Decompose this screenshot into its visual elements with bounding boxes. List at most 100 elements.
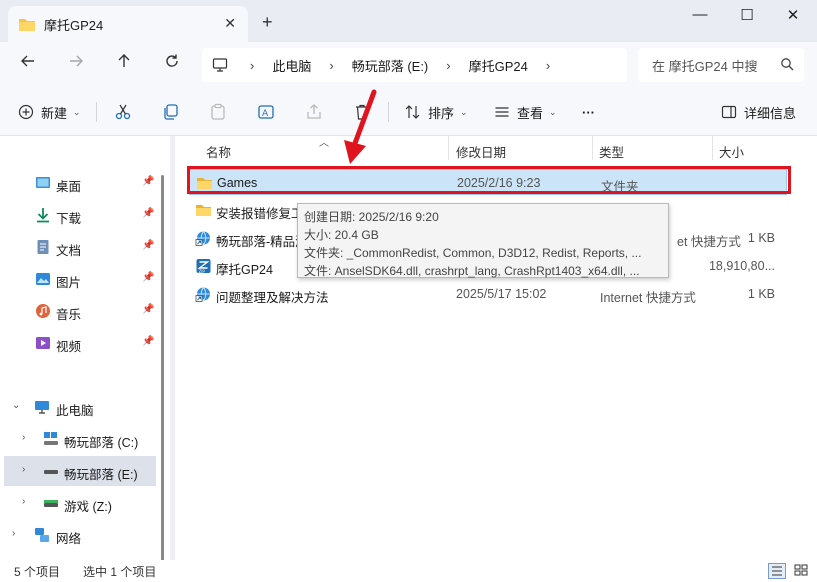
annotation-arrow-icon bbox=[344, 89, 377, 164]
scissors-icon bbox=[115, 104, 131, 120]
sidebar-item-pictures[interactable]: 图片 📌 bbox=[0, 264, 165, 294]
tooltip-folders: 文件夹: _CommonRedist, Common, D3D12, Redis… bbox=[304, 246, 642, 260]
forward-arrow-icon[interactable] bbox=[63, 52, 89, 78]
column-divider[interactable] bbox=[448, 136, 449, 160]
more-options-button[interactable]: ··· bbox=[582, 102, 595, 122]
paste-button[interactable] bbox=[209, 102, 227, 122]
copy-button[interactable] bbox=[162, 102, 180, 122]
sidebar-item-label: 畅玩部落 (C:) bbox=[64, 436, 139, 450]
sort-caret-icon: ︿ bbox=[319, 138, 329, 149]
sidebar-item-label: 图片 bbox=[56, 276, 82, 290]
table-row[interactable]: 问题整理及解决方法 2025/5/17 15:02 Internet 快捷方式 … bbox=[189, 281, 787, 307]
sidebar-item-label: 游戏 (Z:) bbox=[64, 500, 112, 514]
sidebar-item-drive-c[interactable]: › 畅玩部落 (C:) bbox=[0, 424, 165, 454]
maximize-button[interactable]: ☐ bbox=[732, 6, 762, 26]
new-label: 新建 bbox=[41, 105, 68, 121]
breadcrumb-current-folder[interactable]: 摩托GP24 bbox=[469, 56, 528, 75]
sort-button[interactable]: 排序 ⌄ bbox=[405, 102, 468, 122]
address-bar[interactable]: › 此电脑 › 畅玩部落 (E:) › 摩托GP24 › bbox=[202, 48, 627, 82]
sidebar-scrollbar[interactable] bbox=[161, 175, 164, 565]
chevron-down-icon[interactable]: ⌄ bbox=[12, 400, 20, 411]
chevron-down-icon: ⌄ bbox=[73, 106, 81, 117]
up-arrow-icon[interactable] bbox=[111, 52, 137, 78]
details-pane-icon bbox=[721, 105, 737, 119]
plus-circle-icon bbox=[18, 104, 34, 120]
details-label: 详细信息 bbox=[744, 105, 797, 121]
sidebar-item-videos[interactable]: 视频 📌 bbox=[0, 328, 165, 358]
sidebar-item-desktop[interactable]: 桌面 📌 bbox=[0, 168, 165, 198]
svg-text:ZIP: ZIP bbox=[199, 269, 206, 274]
chevron-right-icon[interactable]: › bbox=[22, 432, 25, 443]
details-pane-button[interactable]: 详细信息 bbox=[721, 102, 796, 122]
pin-icon[interactable]: 📌 bbox=[142, 272, 154, 283]
chevron-down-icon: ⌄ bbox=[460, 106, 468, 117]
file-type: Internet 快捷方式 bbox=[600, 291, 696, 305]
back-arrow-icon[interactable] bbox=[15, 52, 41, 78]
tab-close-icon[interactable]: ✕ bbox=[224, 15, 236, 32]
file-size: 1 KB bbox=[747, 231, 775, 245]
sidebar-item-label: 畅玩部落 (E:) bbox=[64, 468, 138, 482]
video-icon bbox=[36, 337, 50, 349]
sidebar-item-documents[interactable]: 文档 📌 bbox=[0, 232, 165, 262]
annotation-highlight-box bbox=[187, 166, 791, 194]
chevron-right-icon[interactable]: › bbox=[22, 496, 25, 507]
breadcrumb-this-pc[interactable]: 此电脑 bbox=[272, 56, 311, 75]
download-icon bbox=[37, 208, 49, 223]
chevron-right-icon[interactable]: › bbox=[12, 528, 15, 539]
view-button[interactable]: 查看 ⌄ bbox=[494, 102, 557, 122]
column-header-date[interactable]: 修改日期 bbox=[456, 142, 506, 161]
refresh-icon[interactable] bbox=[159, 52, 185, 78]
new-button[interactable]: 新建 ⌄ bbox=[18, 102, 81, 122]
tab-current[interactable]: 摩托GP24 ✕ bbox=[8, 6, 248, 42]
title-bar: 摩托GP24 ✕ + — ☐ ✕ bbox=[0, 0, 817, 42]
pin-icon[interactable]: 📌 bbox=[142, 208, 154, 219]
tooltip-files: 文件: AnselSDK64.dll, crashrpt_lang, Crash… bbox=[304, 264, 640, 278]
folder-icon bbox=[19, 18, 35, 31]
pin-icon[interactable]: 📌 bbox=[142, 176, 154, 187]
sidebar-item-downloads[interactable]: 下载 📌 bbox=[0, 200, 165, 230]
file-type: et 快捷方式 bbox=[677, 235, 741, 249]
column-header-size[interactable]: 大小 bbox=[719, 142, 744, 161]
network-icon bbox=[35, 528, 49, 542]
pin-icon[interactable]: 📌 bbox=[142, 240, 154, 251]
sidebar-item-drive-z[interactable]: › 游戏 (Z:) bbox=[0, 488, 165, 518]
sidebar-item-label: 音乐 bbox=[56, 308, 82, 322]
sidebar-item-network[interactable]: › 网络 bbox=[0, 520, 165, 550]
folder-icon bbox=[196, 205, 211, 216]
share-icon bbox=[307, 104, 321, 119]
sidebar-item-this-pc[interactable]: ⌄ 此电脑 bbox=[0, 392, 165, 422]
breadcrumb-drive-e[interactable]: 畅玩部落 (E:) bbox=[352, 56, 429, 75]
breadcrumb-separator[interactable]: › bbox=[446, 58, 450, 73]
sidebar-item-label: 视频 bbox=[56, 340, 82, 354]
breadcrumb-separator[interactable]: › bbox=[250, 58, 254, 73]
close-window-button[interactable]: ✕ bbox=[778, 6, 808, 26]
computer-icon bbox=[35, 401, 49, 414]
item-count: 5 个项目 bbox=[14, 565, 61, 579]
document-icon bbox=[37, 240, 49, 254]
chevron-right-icon[interactable]: › bbox=[22, 464, 25, 475]
sidebar-item-label: 文档 bbox=[56, 244, 82, 258]
column-divider[interactable] bbox=[712, 136, 713, 160]
breadcrumb-separator[interactable]: › bbox=[329, 58, 333, 73]
new-tab-button[interactable]: + bbox=[262, 13, 273, 31]
pin-icon[interactable]: 📌 bbox=[142, 336, 154, 347]
tiles-view-toggle[interactable] bbox=[793, 563, 811, 579]
sidebar-item-label: 桌面 bbox=[56, 180, 82, 194]
breadcrumb-separator[interactable]: › bbox=[546, 58, 550, 73]
minimize-button[interactable]: — bbox=[685, 6, 715, 26]
details-view-toggle[interactable] bbox=[768, 563, 786, 579]
column-divider[interactable] bbox=[592, 136, 593, 160]
navigation-bar: › 此电脑 › 畅玩部落 (E:) › 摩托GP24 › 在 摩托GP24 中搜 bbox=[0, 42, 817, 88]
selection-count: 选中 1 个项目 bbox=[83, 565, 157, 579]
cut-button[interactable] bbox=[114, 102, 132, 122]
column-header-name[interactable]: 名称 bbox=[206, 142, 231, 161]
sidebar-item-drive-e[interactable]: › 畅玩部落 (E:) bbox=[4, 456, 156, 486]
pin-icon[interactable]: 📌 bbox=[142, 304, 154, 315]
sidebar-item-music[interactable]: 音乐 📌 bbox=[0, 296, 165, 326]
share-button[interactable] bbox=[305, 102, 323, 122]
column-header-type[interactable]: 类型 bbox=[599, 142, 624, 161]
tooltip-size: 大小: 20.4 GB bbox=[304, 228, 379, 242]
file-list: ︿ 名称 修改日期 类型 大小 Games 2025/2/16 9:23 文件夹… bbox=[175, 136, 817, 560]
rename-button[interactable]: A bbox=[257, 102, 275, 122]
search-input[interactable]: 在 摩托GP24 中搜 bbox=[638, 48, 804, 82]
